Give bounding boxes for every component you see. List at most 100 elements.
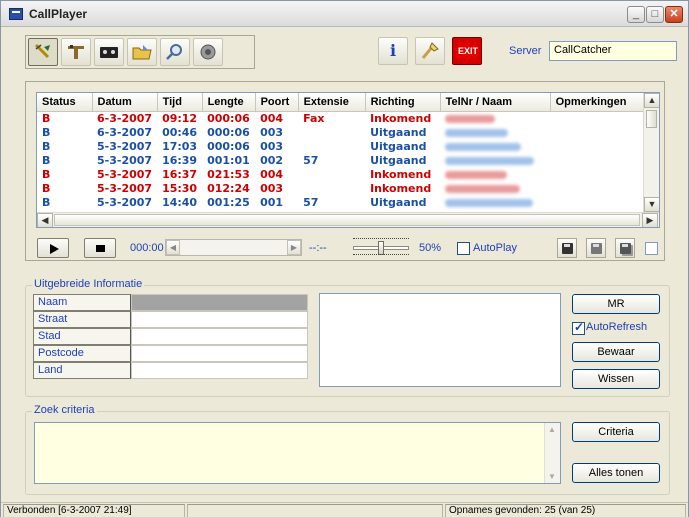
info-row-stad: Stad	[33, 328, 309, 345]
call-cell-poort: 001	[260, 195, 284, 209]
scroll-up-arrow-icon: ▲	[548, 425, 556, 434]
call-cell-richting: Uitgaand	[370, 195, 427, 209]
search-icon	[166, 44, 182, 60]
column-header-status[interactable]: Status	[37, 93, 93, 112]
call-row[interactable]: B 6-3-2007 00:46 000:06 003 Uitgaand	[37, 126, 650, 140]
stad-field[interactable]	[131, 328, 308, 345]
extra-checkbox[interactable]	[645, 242, 658, 255]
call-cell-richting: Inkomend	[370, 181, 432, 195]
autoplay-checkbox[interactable]	[457, 242, 470, 255]
save-all-button[interactable]	[615, 238, 635, 258]
folder-tool-button[interactable]	[127, 38, 157, 66]
call-cell-datum: 5-3-2007	[97, 139, 153, 153]
calls-header-row: Status Datum Tijd Lengte Poort Extensie …	[37, 93, 651, 112]
disk-grey-icon	[591, 243, 602, 254]
seek-left-arrow[interactable]: ◀	[166, 240, 180, 255]
column-header-lengte[interactable]: Lengte	[202, 93, 256, 112]
scroll-right-arrow[interactable]: ▶	[642, 213, 658, 227]
column-header-tijd[interactable]: Tijd	[157, 93, 203, 112]
call-cell-lengte: 000:06	[207, 125, 250, 139]
info-label-stad: Stad	[33, 328, 131, 345]
naam-field[interactable]	[131, 294, 308, 311]
call-row[interactable]: B 6-3-2007 09:12 000:06 004 Fax Inkomend	[37, 111, 650, 126]
calls-horizontal-scrollbar[interactable]: ◀ ▶	[37, 212, 659, 227]
call-row[interactable]: B 5-3-2007 15:30 012:24 003 Inkomend	[37, 182, 650, 196]
redacted-number	[445, 128, 509, 137]
call-cell-tijd: 16:37	[162, 167, 198, 181]
column-header-extensie[interactable]: Extensie	[298, 93, 366, 112]
scroll-down-arrow[interactable]: ▼	[644, 197, 659, 212]
calls-vertical-scrollbar[interactable]: ▲ ▼	[643, 93, 659, 213]
column-header-telnr[interactable]: TelNr / Naam	[440, 93, 551, 112]
play-button[interactable]	[37, 238, 69, 258]
info-row-straat: Straat	[33, 311, 309, 328]
exit-label: EXIT	[457, 46, 478, 56]
status-connection: Verbonden [6-3-2007 21:49]	[3, 504, 185, 517]
vertical-scroll-thumb[interactable]	[646, 110, 657, 128]
straat-field[interactable]	[131, 311, 308, 328]
search-criteria-textarea[interactable]: ▲ ▼	[34, 422, 561, 484]
cassette-tool-button[interactable]	[94, 38, 124, 66]
scroll-left-arrow[interactable]: ◀	[37, 213, 53, 227]
stop-button[interactable]	[84, 238, 116, 258]
phone-icon	[68, 45, 84, 59]
remarks-memo[interactable]	[319, 293, 561, 387]
wissen-button[interactable]: Wissen	[572, 369, 660, 389]
seek-right-arrow[interactable]: ▶	[287, 240, 301, 255]
column-header-poort[interactable]: Poort	[255, 93, 299, 112]
server-input[interactable]: CallCatcher	[549, 41, 677, 61]
call-cell-telnr	[440, 111, 550, 126]
call-row[interactable]: B 5-3-2007 17:03 000:06 003 Uitgaand	[37, 140, 650, 154]
info-button[interactable]: i	[378, 37, 408, 65]
antenna-tool-button[interactable]	[28, 38, 58, 66]
call-cell-poort: 004	[260, 167, 284, 181]
search-criteria-scrollbar[interactable]: ▲ ▼	[544, 423, 560, 483]
redacted-number	[445, 142, 522, 151]
seek-slider[interactable]: ◀ ▶	[165, 239, 302, 256]
horizontal-scroll-thumb[interactable]	[54, 214, 640, 226]
call-cell-telnr	[440, 168, 550, 182]
call-row[interactable]: B 5-3-2007 16:39 001:01 002 57 Uitgaand	[37, 154, 650, 168]
info-row-naam: Naam	[33, 294, 309, 311]
export-recording-button[interactable]	[586, 238, 606, 258]
volume-slider[interactable]	[353, 237, 409, 259]
search-tool-button[interactable]	[160, 38, 190, 66]
speaker-tool-button[interactable]	[193, 38, 223, 66]
info-label-naam: Naam	[33, 294, 131, 311]
settings-button[interactable]	[415, 37, 445, 65]
volume-thumb[interactable]	[378, 241, 384, 255]
call-cell-extensie: 57	[303, 195, 319, 209]
call-cell-opmerkingen	[550, 196, 650, 210]
call-cell-status: B	[42, 111, 51, 125]
column-header-richting[interactable]: Richting	[365, 93, 441, 112]
info-legend: Uitgebreide Informatie	[32, 278, 145, 290]
call-cell-opmerkingen	[550, 168, 650, 182]
autorefresh-checkbox[interactable]	[572, 320, 585, 335]
bewaar-button[interactable]: Bewaar	[572, 342, 660, 362]
postcode-field[interactable]	[131, 345, 308, 362]
close-button[interactable]: ✕	[665, 6, 683, 23]
calls-grid[interactable]: Status Datum Tijd Lengte Poort Extensie …	[36, 92, 660, 228]
column-header-opmerkingen[interactable]: Opmerkingen	[550, 93, 651, 112]
call-row[interactable]: B 5-3-2007 16:37 021:53 004 Inkomend	[37, 168, 650, 182]
phone-tool-button[interactable]	[61, 38, 91, 66]
call-row[interactable]: B 5-3-2007 14:40 001:25 001 57 Uitgaand	[37, 196, 650, 210]
maximize-button[interactable]: □	[646, 6, 664, 23]
mr-button[interactable]: MR	[572, 294, 660, 314]
call-cell-poort: 002	[260, 153, 284, 167]
minimize-button[interactable]: _	[627, 6, 645, 23]
exit-button[interactable]: EXIT	[452, 37, 482, 65]
scroll-up-arrow[interactable]: ▲	[644, 93, 659, 108]
call-cell-lengte: 021:53	[207, 167, 250, 181]
call-cell-opmerkingen	[550, 154, 650, 168]
save-recording-button[interactable]	[557, 238, 577, 258]
status-bar: Verbonden [6-3-2007 21:49] Opnames gevon…	[1, 502, 688, 517]
column-header-datum[interactable]: Datum	[92, 93, 158, 112]
title-bar[interactable]: CallPlayer _ □ ✕	[1, 1, 688, 27]
call-cell-richting: Uitgaand	[370, 125, 427, 139]
land-field[interactable]	[131, 362, 308, 379]
alles-tonen-button[interactable]: Alles tonen	[572, 463, 660, 483]
call-cell-tijd: 09:12	[162, 111, 198, 125]
criteria-button[interactable]: Criteria	[572, 422, 660, 442]
search-legend: Zoek criteria	[32, 404, 97, 416]
